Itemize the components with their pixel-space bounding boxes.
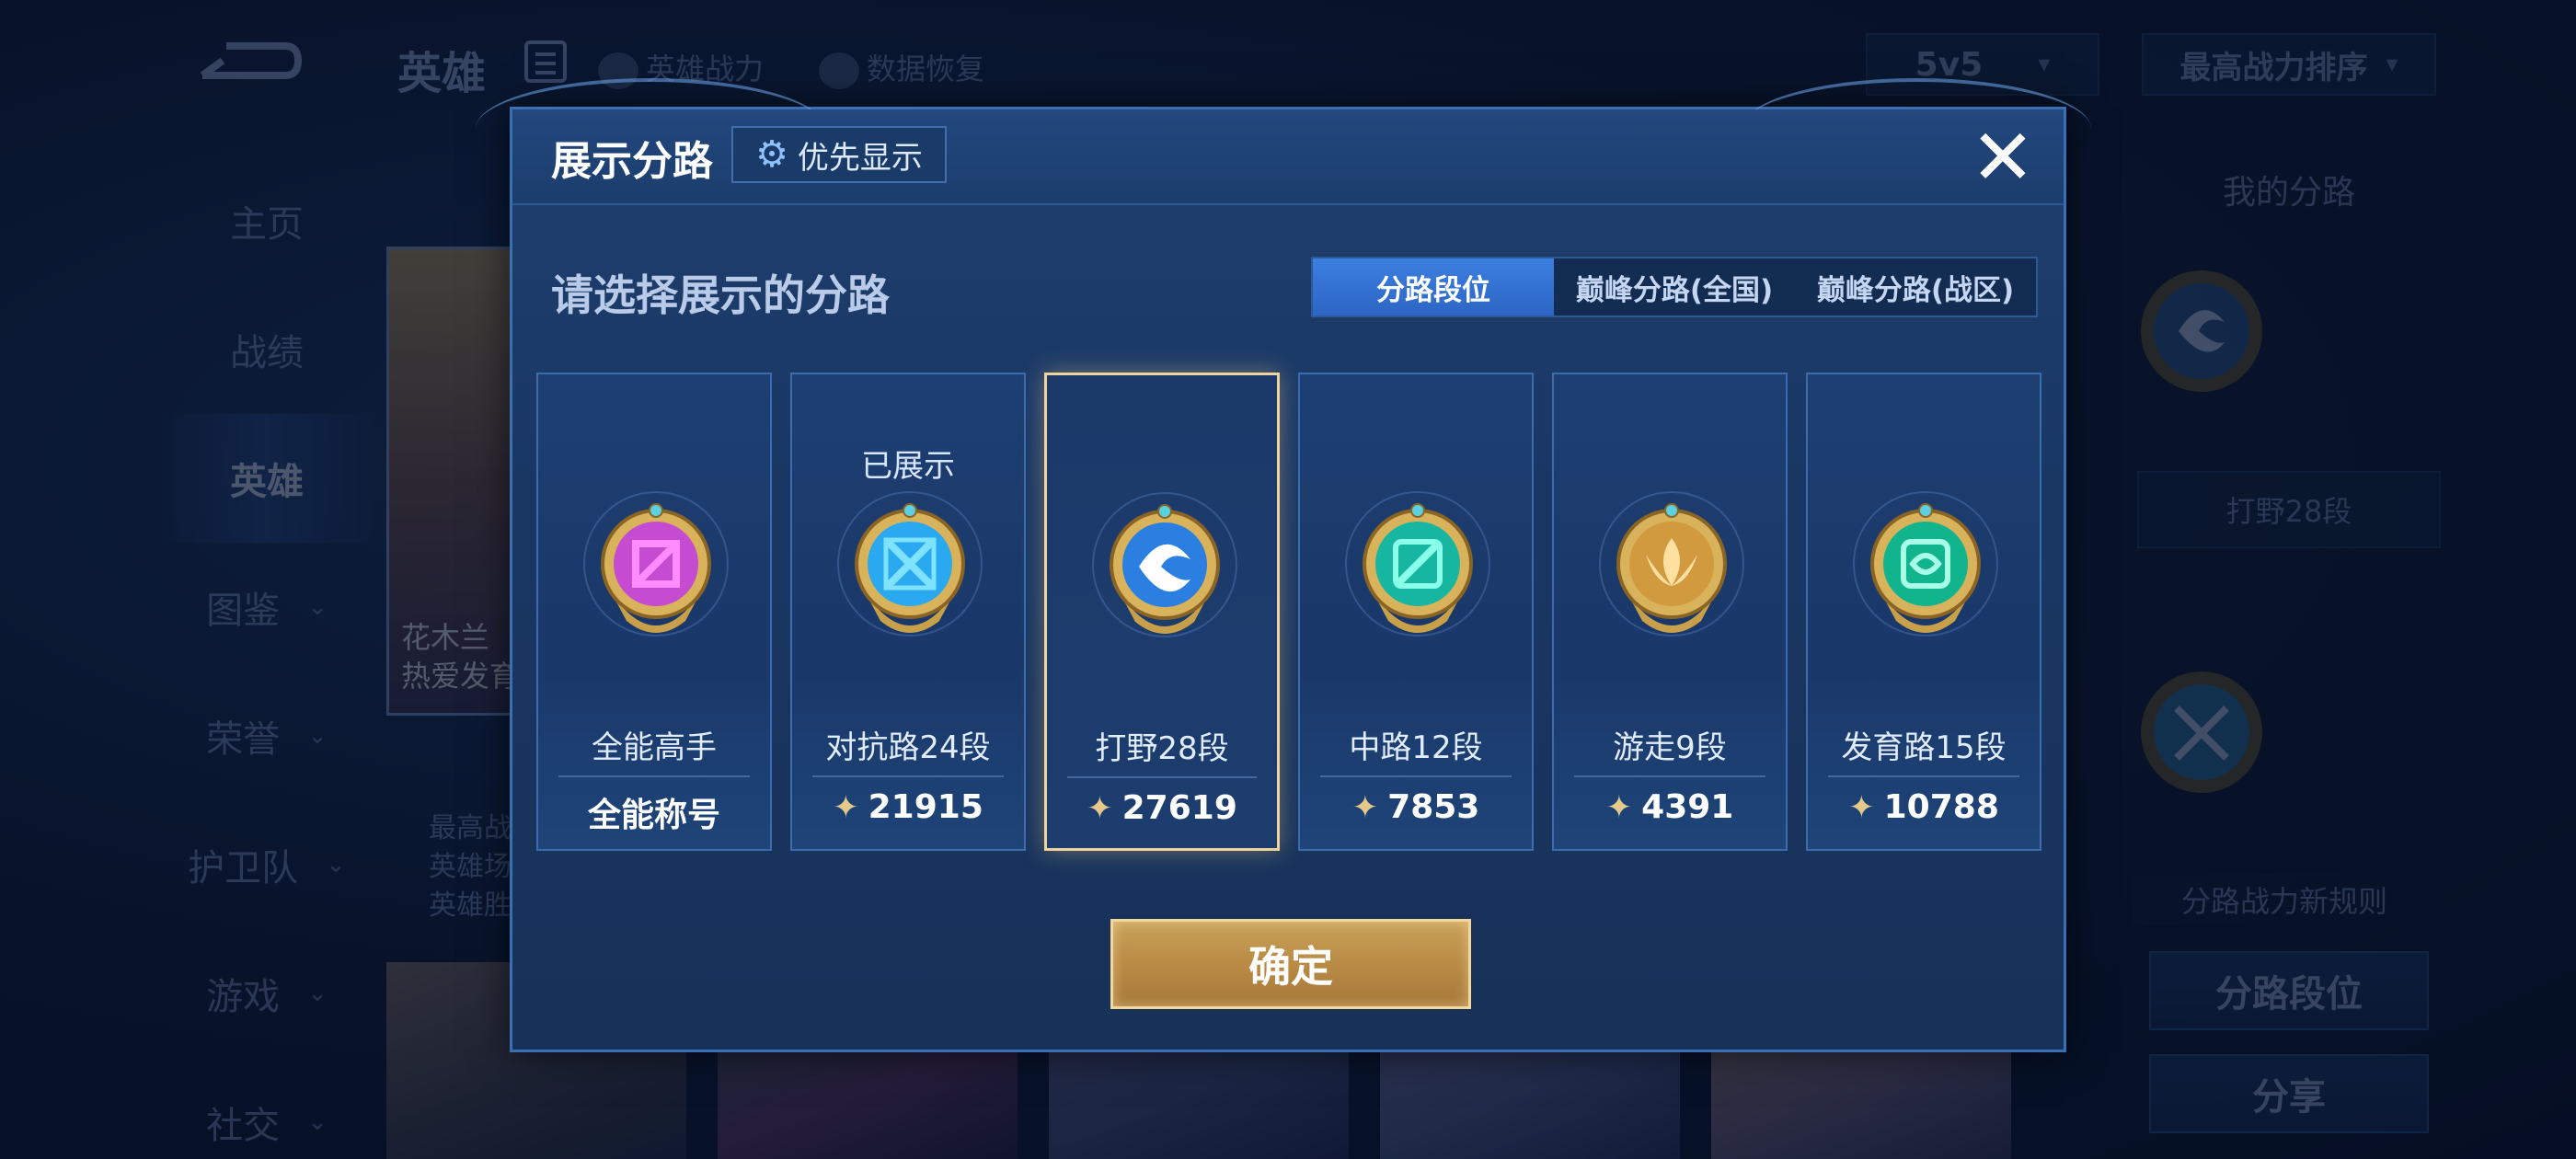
power-icon: ✦ xyxy=(833,788,859,826)
lane-value: ✦ 27619 xyxy=(1047,789,1277,827)
lane-value: ✦ 4391 xyxy=(1554,788,1786,826)
lane-value: ✦ 7853 xyxy=(1300,788,1532,826)
power-icon: ✦ xyxy=(1848,788,1875,826)
lane-card-jungle[interactable]: 打野28段 ✦ 27619 xyxy=(1044,373,1280,851)
lane-name: 全能高手 xyxy=(592,729,717,766)
lane-name: 游走9段 xyxy=(1613,729,1727,766)
adc-badge-icon xyxy=(1845,483,2007,658)
jungle-badge-icon xyxy=(1084,484,1246,659)
lane-value-text: 27619 xyxy=(1121,789,1237,827)
divider xyxy=(1828,775,2019,777)
lane-tab[interactable]: 巅峰分路(全国) xyxy=(1554,258,1795,316)
lane-tabs: 分路段位 巅峰分路(全国) 巅峰分路(战区) xyxy=(1311,257,2038,317)
lane-card-roam[interactable]: 游走9段 ✦ 4391 xyxy=(1552,373,1788,851)
lane-value-text: 全能称号 xyxy=(587,797,720,834)
confirm-button[interactable]: 确定 xyxy=(1110,919,1471,1009)
lane-tab[interactable]: 分路段位 xyxy=(1313,258,1554,316)
divider xyxy=(812,775,1004,777)
gear-icon: ⚙ xyxy=(755,133,788,176)
top-badge-icon xyxy=(829,483,991,658)
divider xyxy=(1574,775,1765,777)
dialog-title: 展示分路 xyxy=(551,138,713,185)
shown-label: 已展示 xyxy=(861,448,955,485)
app-root: 英雄 英雄战力 数据恢复 5v5 ▾ 最高战力排序 ▾ 主页 战绩 英雄 图鉴 ⌄ 荣誉 ⌄ 护卫… xyxy=(0,0,2576,1159)
all-badge-icon xyxy=(575,483,737,658)
mid-badge-icon xyxy=(1337,483,1499,658)
lane-value-text: 4391 xyxy=(1641,788,1734,826)
close-icon[interactable]: ✕ xyxy=(1966,119,2040,196)
priority-display-button[interactable]: ⚙ 优先显示 xyxy=(731,126,947,183)
power-icon: ✦ xyxy=(1351,788,1379,826)
divider xyxy=(558,775,750,777)
power-icon: ✦ xyxy=(1605,788,1633,826)
lane-value: ✦ 21915 xyxy=(792,788,1024,826)
lane-display-dialog: 展示分路 ⚙ 优先显示 ✕ 请选择展示的分路 分路段位 巅峰分路(全国) 巅峰分路(… xyxy=(476,78,2091,1052)
lane-card-all[interactable]: 全能高手 全能称号 xyxy=(536,373,772,851)
dialog-header: 展示分路 ⚙ 优先显示 ✕ xyxy=(512,109,2064,205)
lane-name: 发育路15段 xyxy=(1841,729,2007,766)
divider xyxy=(1320,775,1512,777)
lane-value-text: 21915 xyxy=(868,788,983,826)
lane-name: 中路12段 xyxy=(1349,729,1483,766)
lane-value: 全能称号 xyxy=(538,788,770,836)
lane-value: ✦ 10788 xyxy=(1808,788,2040,826)
lane-name: 对抗路24段 xyxy=(825,729,991,766)
lane-card-adc[interactable]: 发育路15段 ✦ 10788 xyxy=(1806,373,2041,851)
dialog-subtitle: 请选择展示的分路 xyxy=(551,270,890,320)
lane-name: 打野28段 xyxy=(1095,730,1229,767)
lane-card-top[interactable]: 已展示对抗路24段 ✦ 21915 xyxy=(790,373,1026,851)
lane-cards: 全能高手 全能称号 已展示 对抗路24段 ✦ 21915 打野28段 ✦ 27619 中路12段 ✦… xyxy=(536,373,2041,851)
lane-value-text: 10788 xyxy=(1883,788,1999,826)
power-icon: ✦ xyxy=(1087,789,1113,827)
priority-display-label: 优先显示 xyxy=(797,139,923,177)
lane-card-mid[interactable]: 中路12段 ✦ 7853 xyxy=(1298,373,1534,851)
roam-badge-icon xyxy=(1591,483,1753,658)
divider xyxy=(1067,776,1257,778)
lane-value-text: 7853 xyxy=(1387,788,1480,826)
lane-tab[interactable]: 巅峰分路(战区) xyxy=(1795,258,2036,316)
